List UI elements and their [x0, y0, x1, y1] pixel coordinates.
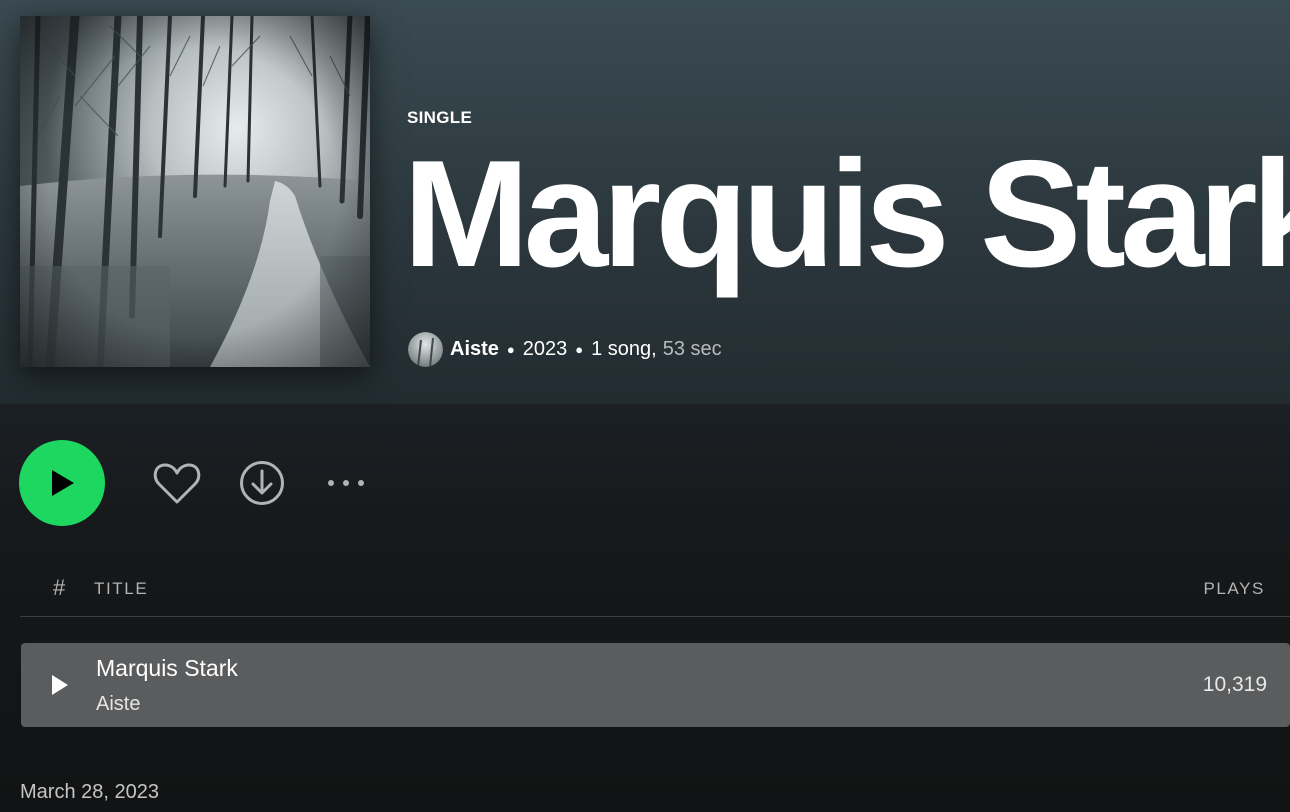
heart-icon — [153, 463, 201, 504]
play-icon — [52, 470, 74, 496]
album-page: SINGLE Marquis Stark Aiste ● 2023 ● 1 so… — [0, 0, 1290, 812]
more-options-button[interactable] — [322, 459, 370, 507]
play-button[interactable] — [19, 440, 105, 526]
track-artist[interactable]: Aiste — [96, 693, 140, 716]
track-plays: 10,319 — [1202, 673, 1267, 696]
artist-avatar[interactable] — [408, 331, 443, 367]
title-header: TITLE — [94, 579, 149, 598]
release-year: 2023 — [522, 337, 568, 360]
track-title[interactable]: Marquis Stark — [96, 655, 238, 682]
album-title: Marquis Stark — [403, 129, 1290, 299]
download-button[interactable] — [238, 459, 286, 507]
total-duration: 53 sec — [662, 337, 722, 360]
separator-dot: ● — [575, 341, 584, 357]
album-type-label: SINGLE — [407, 108, 473, 127]
album-meta: Aiste ● 2023 ● 1 song, 53 sec — [408, 331, 722, 367]
tracklist-header: # TITLE PLAYS — [20, 567, 1290, 617]
separator-dot: ● — [506, 341, 515, 357]
release-date: March 28, 2023 — [20, 781, 159, 803]
download-icon — [240, 461, 284, 505]
song-count: 1 song, — [591, 337, 657, 360]
album-cover — [20, 16, 370, 367]
like-button[interactable] — [153, 459, 201, 507]
track-number-header: # — [53, 575, 66, 600]
artist-link[interactable]: Aiste — [450, 338, 499, 361]
table-row[interactable]: Marquis Stark Aiste 10,319 — [21, 643, 1290, 727]
more-options-icon — [328, 480, 364, 486]
play-icon[interactable] — [51, 674, 69, 696]
plays-header: PLAYS — [1203, 579, 1265, 598]
